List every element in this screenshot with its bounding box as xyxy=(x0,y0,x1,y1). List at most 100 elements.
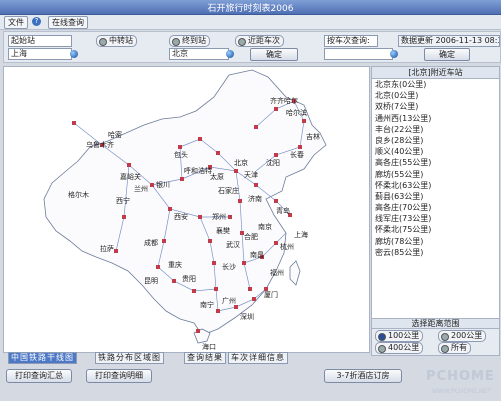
start-station-label: 起始站 xyxy=(8,35,72,47)
range-header: 选择距离范围 xyxy=(372,319,499,329)
city-label: 北京 xyxy=(234,158,248,167)
list-item[interactable]: 北京(0公里) xyxy=(372,90,499,101)
city-label: 吉林 xyxy=(306,132,320,141)
city-label: 格尔木 xyxy=(68,190,89,199)
menu-file[interactable]: 文件 xyxy=(4,16,28,29)
data-update: 数据更新 2006-11-13 08:30 xyxy=(398,35,500,47)
print-detail-button[interactable]: 打印查询明细 xyxy=(86,369,152,383)
taiwan-island xyxy=(289,260,301,286)
radio-icon xyxy=(441,345,449,353)
city-label: 银川 xyxy=(156,180,170,189)
list-item[interactable]: 密云(85公里) xyxy=(372,247,499,258)
list-item[interactable]: 怀柔北(63公里) xyxy=(372,180,499,191)
china-map-svg: 齐齐哈尔 哈尔滨 吉林 长春 沈阳 北京 天津 呼和浩特 包头 太原 石家庄 济… xyxy=(43,69,327,351)
list-item[interactable]: 高各庄(70公里) xyxy=(372,202,499,213)
list-item[interactable]: 廊坊(78公里) xyxy=(372,236,499,247)
tab-query-results[interactable]: 查询结果 xyxy=(184,352,226,364)
city-label: 昆明 xyxy=(144,277,158,285)
nearby-label: 近距车次 xyxy=(248,36,280,45)
city-label: 南昌 xyxy=(250,250,264,259)
list-item[interactable]: 良乡(28公里) xyxy=(372,135,499,146)
list-item[interactable]: 廊坊(55公里) xyxy=(372,169,499,180)
range-200-radio[interactable]: 200公里 xyxy=(438,330,487,342)
print-summary-button[interactable]: 打印查询汇总 xyxy=(6,369,72,383)
start-station-input[interactable]: 上海 xyxy=(8,48,72,60)
train-query-label: 按车次查询: xyxy=(324,35,378,47)
nearby-radio[interactable]: 近距车次 xyxy=(235,35,284,47)
city-label: 兰州 xyxy=(134,184,148,193)
list-item[interactable]: 线军庄(73公里) xyxy=(372,213,499,224)
city-label: 南宁 xyxy=(200,300,214,309)
city-label: 包头 xyxy=(174,150,188,159)
city-label: 济南 xyxy=(248,194,262,203)
city-label: 齐齐哈尔 xyxy=(270,96,298,105)
city-label: 西宁 xyxy=(116,196,130,205)
city-label: 福州 xyxy=(270,268,284,277)
range-400-label: 400公里 xyxy=(388,343,420,352)
city-label: 厦门 xyxy=(264,290,278,299)
data-update-label: 数据更新 xyxy=(401,36,433,45)
watermark-url: WWW.PCHOME.NET xyxy=(432,388,491,395)
city-label: 哈密 xyxy=(108,130,122,139)
end-select-icon[interactable] xyxy=(226,50,234,58)
city-label: 嘉峪关 xyxy=(120,172,141,181)
help-icon[interactable]: ? xyxy=(32,17,41,26)
range-400-radio[interactable]: 400公里 xyxy=(375,342,424,354)
train-query-input[interactable] xyxy=(324,48,393,60)
confirm-left-button[interactable]: 确定 xyxy=(250,48,298,61)
hotel-booking-button[interactable]: 3-7折酒店订房 xyxy=(324,369,402,383)
china-outline xyxy=(43,69,327,336)
city-label: 合肥 xyxy=(244,232,258,241)
city-label: 长沙 xyxy=(222,262,236,271)
radio-icon xyxy=(99,38,107,46)
railway-map[interactable]: 齐齐哈尔 哈尔滨 吉林 长春 沈阳 北京 天津 呼和浩特 包头 太原 石家庄 济… xyxy=(3,66,370,353)
list-item[interactable]: 蓟县(63公里) xyxy=(372,191,499,202)
list-item[interactable]: 怀柔北(75公里) xyxy=(372,224,499,235)
tab-train-details[interactable]: 车次详细信息 xyxy=(228,352,288,364)
end-radio[interactable]: 终到站 xyxy=(169,35,210,47)
radio-icon xyxy=(172,38,180,46)
city-label: 郑州 xyxy=(212,213,226,221)
list-item[interactable]: 通州西(13公里) xyxy=(372,113,499,124)
city-label: 沈阳 xyxy=(266,158,280,167)
train-select-icon[interactable] xyxy=(390,50,398,58)
radio-icon xyxy=(378,333,386,341)
list-item[interactable]: 顺义(40公里) xyxy=(372,146,499,157)
title-bar: 石开旅行时刻表2006 xyxy=(0,0,501,15)
update-time: 2006-11-13 08:30 xyxy=(435,36,499,45)
range-all-label: 所有 xyxy=(451,343,467,352)
city-label: 深圳 xyxy=(240,312,254,321)
end-station-input[interactable]: 北京 xyxy=(169,48,229,60)
distance-range-panel: 选择距离范围 100公里 200公里 400公里 所有 xyxy=(371,318,500,356)
city-label: 上海 xyxy=(294,230,308,239)
range-100-label: 100公里 xyxy=(388,331,420,340)
menu-online-query[interactable]: 在线查询 xyxy=(48,16,88,29)
city-label: 呼和浩特 xyxy=(184,166,212,175)
tab-region-map[interactable]: 铁路分布区域图 xyxy=(95,352,164,364)
city-label: 拉萨 xyxy=(100,244,114,253)
city-label: 太原 xyxy=(210,172,224,181)
watermark-logo: PCHOME xyxy=(426,369,495,384)
start-select-icon[interactable] xyxy=(70,50,78,58)
city-label: 石家庄 xyxy=(218,186,239,195)
city-label: 长春 xyxy=(290,150,304,159)
city-label: 南京 xyxy=(258,222,272,231)
list-item[interactable]: 双桥(7公里) xyxy=(372,101,499,112)
radio-icon xyxy=(238,38,246,46)
list-item[interactable]: 丰台(22公里) xyxy=(372,124,499,135)
radio-icon xyxy=(441,333,449,341)
range-all-radio[interactable]: 所有 xyxy=(438,342,471,354)
city-label: 乌鲁木齐 xyxy=(86,140,114,149)
window-title: 石开旅行时刻表2006 xyxy=(207,4,294,14)
city-label: 贵阳 xyxy=(182,274,196,283)
transfer-radio[interactable]: 中转站 xyxy=(96,35,137,47)
city-label: 武汉 xyxy=(226,240,240,249)
list-item[interactable]: 高各庄(55公里) xyxy=(372,157,499,168)
city-label: 青岛 xyxy=(276,206,290,215)
confirm-right-button[interactable]: 确定 xyxy=(424,48,470,61)
city-label: 襄樊 xyxy=(216,226,230,235)
tab-trunk-map[interactable]: 中国铁路干线图 xyxy=(8,352,77,364)
range-100-radio[interactable]: 100公里 xyxy=(375,330,424,342)
city-label: 天津 xyxy=(244,171,258,179)
list-item[interactable]: 北京东(0公里) xyxy=(372,79,499,90)
